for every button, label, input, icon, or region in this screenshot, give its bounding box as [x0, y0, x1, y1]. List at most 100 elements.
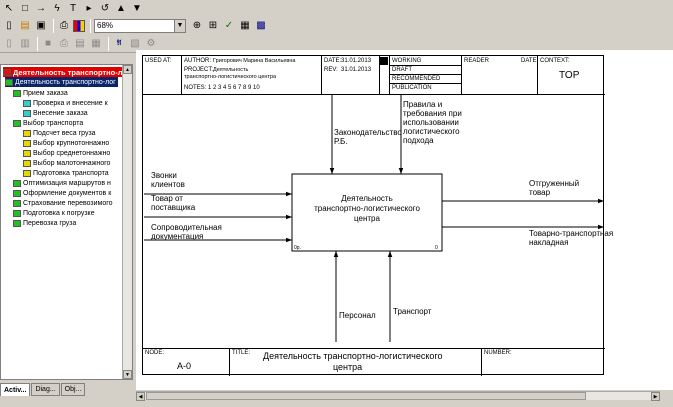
control-label: Правила и	[403, 100, 442, 109]
scroll-up-icon[interactable]: ▲	[123, 65, 132, 74]
properties-icon[interactable]: ▤	[73, 37, 87, 51]
tree-item[interactable]: Страхование перевозимого	[13, 198, 115, 208]
tree-item-label: Внесение заказа	[33, 109, 88, 117]
tree-item[interactable]: Подготовка транспорта	[23, 168, 111, 178]
page-icon[interactable]: ▯	[2, 37, 16, 51]
open-icon[interactable]: ▤	[18, 19, 32, 33]
tree-item[interactable]: Внесение заказа	[23, 108, 90, 118]
activity-icon	[13, 189, 21, 197]
scroll-down-icon[interactable]: ▼	[123, 370, 132, 379]
activity-title: транспортно-логистического	[314, 204, 420, 213]
input-label: Звонки	[151, 171, 177, 180]
tree-item[interactable]: Оформление документов к	[13, 188, 113, 198]
box-corner-left: 0р.	[294, 245, 301, 251]
copy-icon[interactable]: ▥	[18, 37, 32, 51]
tab-label: Activ...	[4, 386, 27, 394]
new-icon[interactable]: ▯	[2, 19, 16, 33]
activity-icon	[23, 169, 31, 177]
tab-objects[interactable]: Obj...	[60, 383, 86, 396]
tree-item[interactable]: Деятельность транспортно-л	[3, 67, 125, 77]
tree-item[interactable]: Перевозка груза	[13, 218, 78, 228]
tree-item-label: Проверка и внесение к	[33, 99, 108, 107]
chevron-down-icon[interactable]: ▼	[174, 20, 185, 32]
activity-icon	[23, 159, 31, 167]
browse-icon[interactable]: ▧	[128, 37, 142, 51]
zoom-out-icon[interactable]: ⊞	[206, 19, 220, 33]
standard-toolbar: ▯ ▤ ▣ ⎙ 68% ▼ ⊕ ⊞ ✓ ▦ ▩	[0, 17, 673, 35]
spellcheck-icon[interactable]: ✓	[222, 19, 236, 33]
triangle-down-icon[interactable]: ▼	[130, 2, 144, 16]
print-icon[interactable]: ⎙	[57, 19, 71, 33]
tree-item[interactable]: Подготовка к погрузке	[13, 208, 97, 218]
lock-icon[interactable]: ■	[41, 37, 55, 51]
tree-item-label: Деятельность транспортно-л	[13, 67, 123, 77]
save-icon[interactable]: ▣	[34, 19, 48, 33]
tree-scrollbar[interactable]: ▲ ▼	[122, 65, 132, 379]
scroll-left-icon[interactable]: ◀	[136, 392, 145, 401]
activity-icon	[13, 119, 21, 127]
arrow-icon[interactable]: →	[34, 2, 48, 16]
drawing-toolbar: ↖ □ → ϟ T ▸ ↺ ▲ ▼	[0, 0, 673, 18]
box-icon[interactable]: □	[18, 2, 32, 16]
abc-icon[interactable]: 𝕬	[112, 37, 126, 51]
tree-item[interactable]: Выбор транспорта	[13, 118, 85, 128]
tree-item[interactable]: Деятельность транспортно-лог	[5, 77, 118, 87]
model-explorer-icon[interactable]: ▦	[238, 19, 252, 33]
activity-icon	[23, 139, 31, 147]
tree-item-label: Выбор среднетоннажно	[33, 149, 111, 157]
tab-activities[interactable]: Activ...	[0, 383, 31, 396]
activity-icon	[23, 109, 31, 117]
activity-title: центра	[354, 214, 380, 223]
activity-icon	[13, 179, 21, 187]
model-explorer-tree[interactable]: Деятельность транспортно-л Деятельность т…	[0, 64, 133, 380]
mechanism-label: Транспорт	[393, 307, 432, 316]
triangle-up-icon[interactable]: ▲	[114, 2, 128, 16]
activity-icon	[13, 219, 21, 227]
text-icon[interactable]: T	[66, 2, 80, 16]
squiggle-icon[interactable]: ϟ	[50, 2, 64, 16]
color-icon[interactable]	[73, 20, 85, 32]
control-label: подхода	[403, 136, 434, 145]
scroll-right-icon[interactable]: ▶	[651, 392, 660, 401]
tab-diagrams[interactable]: Diag...	[31, 383, 60, 396]
zoom-value: 68%	[97, 21, 114, 30]
diagram-canvas[interactable]: USED AT: AUTHOR: Григорович Марина Васил…	[136, 50, 673, 390]
tunnel-icon[interactable]: ▸	[82, 2, 96, 16]
tree-item-label: Подготовка к погрузке	[23, 209, 95, 217]
activity-icon	[3, 68, 11, 76]
zoom-select[interactable]: 68% ▼	[94, 19, 186, 33]
scroll-thumb[interactable]	[146, 392, 586, 400]
input-label: клиентов	[151, 180, 185, 189]
pointer-icon[interactable]: ↖	[2, 2, 16, 16]
activity-icon	[13, 89, 21, 97]
tree-item-label: Выбор крупнотоннажно	[33, 139, 110, 147]
output-label: Отгруженный	[529, 179, 579, 188]
explorer-tabs: Activ... Diag... Obj...	[0, 383, 133, 397]
zoom-in-icon[interactable]: ⊕	[190, 19, 204, 33]
tree-item[interactable]: Оптимизация маршрутов н	[13, 178, 113, 188]
rotate-icon[interactable]: ↺	[98, 2, 112, 16]
tree-item[interactable]: Прием заказа	[13, 88, 70, 98]
canvas-hscrollbar[interactable]: ◀ ▶	[136, 391, 660, 401]
toolbar-separator	[90, 19, 91, 33]
tree-item-label: Деятельность транспортно-лог	[15, 78, 116, 86]
tab-label: Obj...	[64, 386, 82, 393]
tree-item[interactable]: Выбор малотоннажного	[23, 158, 112, 168]
print-preview-icon[interactable]: ⎙	[57, 37, 71, 51]
control-label: Р.Б.	[334, 137, 348, 146]
input-label: поставщика	[151, 203, 196, 212]
tree-item[interactable]: Проверка и внесение к	[23, 98, 110, 108]
toolbar-separator	[53, 19, 54, 33]
report-icon[interactable]: ▩	[254, 19, 268, 33]
tree-item[interactable]: Подсчет веса груза	[23, 128, 98, 138]
box-corner-right: 0	[435, 245, 438, 251]
activity-icon	[13, 199, 21, 207]
tree-item[interactable]: Выбор крупнотоннажно	[23, 138, 111, 148]
grid-icon[interactable]: ▦	[89, 37, 103, 51]
settings-icon[interactable]: ⚙	[144, 37, 158, 51]
control-label: требования при	[403, 109, 462, 118]
tree-item-label: Оптимизация маршрутов н	[23, 179, 111, 187]
tree-item[interactable]: Выбор среднетоннажно	[23, 148, 112, 158]
activity-icon	[23, 149, 31, 157]
output-label: накладная	[529, 238, 568, 247]
